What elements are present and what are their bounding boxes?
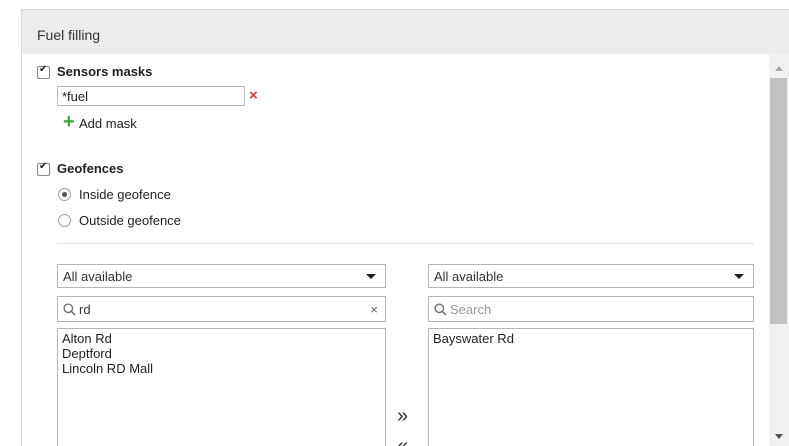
radio-outside-geofence[interactable] — [58, 214, 71, 227]
list-item[interactable]: Alton Rd — [62, 331, 381, 346]
right-filter-select[interactable]: All available — [428, 264, 754, 288]
plus-icon: + — [63, 111, 75, 133]
radio-inside-geofence[interactable] — [58, 188, 71, 201]
outside-geofence-label: Outside geofence — [79, 213, 181, 228]
geofences-label: Geofences — [57, 161, 124, 176]
right-search-input[interactable] — [450, 300, 710, 318]
list-item[interactable]: Deptford — [62, 346, 381, 361]
scrollbar-thumb[interactable] — [770, 78, 787, 324]
panel-title: Fuel filling — [37, 27, 101, 43]
add-mask-label: Add mask — [79, 116, 137, 131]
list-item[interactable]: Bayswater Rd — [433, 331, 749, 346]
sensors-masks-checkbox[interactable] — [37, 64, 50, 79]
sensors-masks-label: Sensors masks — [57, 64, 153, 79]
clear-search-icon[interactable]: × — [370, 302, 378, 317]
scroll-down-icon[interactable] — [775, 434, 783, 439]
search-icon — [434, 303, 447, 316]
vertical-scrollbar[interactable] — [769, 54, 789, 446]
left-filter-value: All available — [63, 269, 133, 284]
search-icon — [63, 303, 76, 316]
chevron-down-icon — [734, 274, 744, 279]
section-divider — [57, 243, 754, 244]
sensor-mask-input[interactable] — [57, 86, 245, 106]
left-search-input[interactable] — [79, 300, 341, 318]
left-filter-select[interactable]: All available — [57, 264, 386, 288]
remove-mask-icon[interactable]: × — [249, 87, 258, 105]
panel-header: Fuel filling — [22, 10, 789, 54]
left-available-list[interactable]: Alton Rd Deptford Lincoln RD Mall — [57, 328, 386, 446]
geofences-checkbox[interactable] — [37, 161, 50, 176]
fuel-filling-panel: Fuel filling Sensors masks × + Add mask … — [21, 9, 789, 446]
scroll-up-icon[interactable] — [775, 66, 783, 71]
chevron-down-icon — [366, 274, 376, 279]
right-search-field[interactable] — [428, 296, 754, 322]
move-right-button[interactable]: » — [397, 406, 408, 426]
list-item[interactable]: Lincoln RD Mall — [62, 361, 381, 376]
right-filter-value: All available — [434, 269, 504, 284]
inside-geofence-label: Inside geofence — [79, 187, 171, 202]
right-selected-list[interactable]: Bayswater Rd — [428, 328, 754, 446]
left-search-field[interactable]: × — [57, 296, 386, 322]
